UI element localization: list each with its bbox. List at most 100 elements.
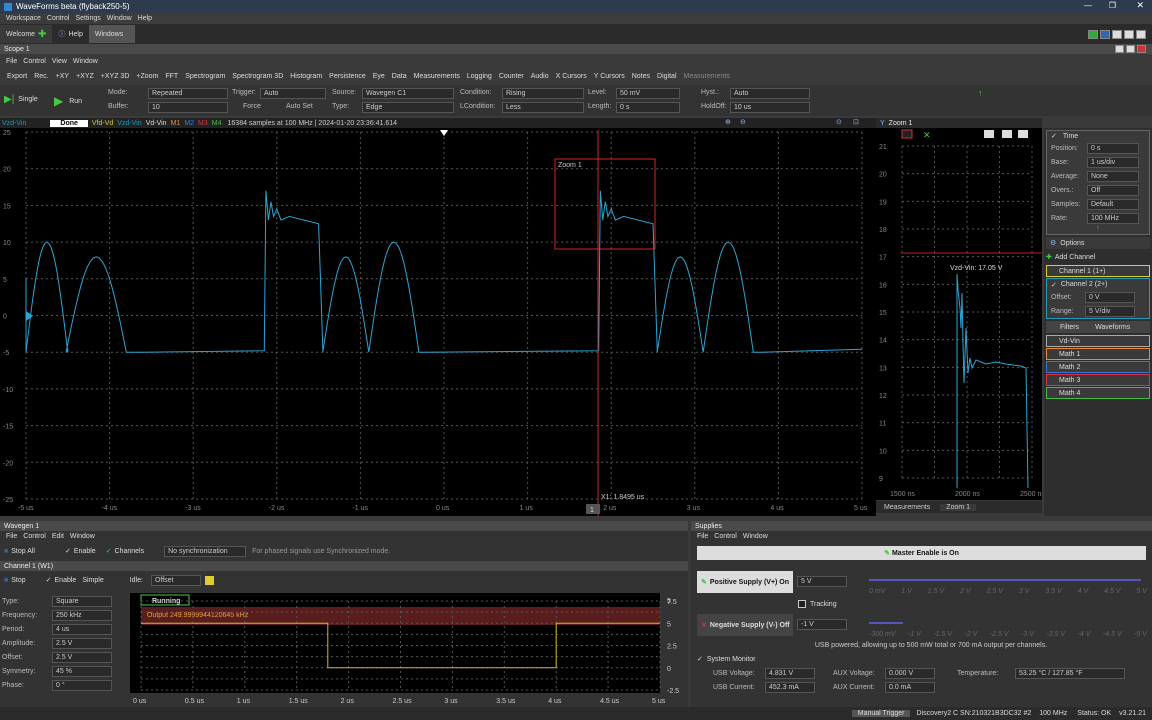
buffer-input[interactable]: 10 [148, 102, 228, 113]
source-select[interactable]: Wavegen C1 [362, 88, 454, 99]
zoom-in-icon[interactable]: ⊕ [725, 118, 731, 126]
condition-select[interactable]: Rising [502, 88, 584, 99]
scope-menu-view[interactable]: View [52, 58, 67, 65]
zoom-plot[interactable]: 21 20 19 18 17 16 15 14 13 12 11 10 9 1500 ns 2000 ns… [876, 128, 1042, 500]
mode-select[interactable]: Repeated [148, 88, 228, 99]
average-input[interactable]: None [1087, 170, 1139, 182]
supplies-menu-file[interactable]: File [697, 533, 708, 540]
close-icon[interactable] [1137, 45, 1146, 53]
tool-17[interactable]: X Cursors [556, 73, 587, 80]
cascade-icon[interactable] [1136, 30, 1146, 39]
type-select[interactable]: Edge [362, 102, 454, 113]
menu-window[interactable]: Window [107, 15, 132, 22]
tool-6[interactable]: FFT [165, 73, 178, 80]
add-channel-button[interactable]: ✚ Add Channel [1046, 251, 1150, 263]
tool-4[interactable]: +XYZ 3D [101, 73, 130, 80]
param-input[interactable]: Square [52, 595, 112, 607]
run-button[interactable]: ▶ Run [54, 94, 82, 108]
math2-item[interactable]: Math 2 [1046, 361, 1150, 373]
math1-item[interactable]: Math 1 [1046, 348, 1150, 360]
tool-0[interactable]: Export [7, 73, 27, 80]
positive-voltage-input[interactable]: 5 V [797, 576, 847, 587]
math4-item[interactable]: Math 4 [1046, 387, 1150, 399]
collapse-icon[interactable]: Y [880, 120, 885, 127]
minimize-icon[interactable]: — [1084, 1, 1092, 10]
channels-select[interactable]: Channels [115, 548, 145, 555]
stop-button[interactable]: Stop [11, 577, 25, 584]
tool-21[interactable]: Measurements [684, 73, 730, 80]
idle-select[interactable]: Offset [150, 574, 201, 586]
position-input[interactable]: 0 s [1087, 142, 1139, 154]
layout-icon[interactable] [1112, 30, 1122, 39]
overs-input[interactable]: Off [1087, 184, 1139, 196]
tool-15[interactable]: Counter [499, 73, 524, 80]
tool-11[interactable]: Eye [373, 73, 385, 80]
level-input[interactable]: 50 mV [616, 88, 680, 99]
color-swatch[interactable] [204, 575, 214, 585]
check-icon[interactable]: ✓ [46, 576, 52, 584]
restore-icon[interactable]: ❐ [1109, 1, 1116, 10]
tab-welcome[interactable]: Welcome ✚ [0, 25, 53, 43]
zoom-tool-icon[interactable] [901, 129, 913, 139]
param-input[interactable]: 0 ° [52, 679, 112, 691]
search-icon[interactable]: ⊙ [836, 118, 842, 126]
run-all-icon[interactable] [1088, 30, 1098, 39]
check-icon[interactable]: ✓ [65, 547, 71, 555]
hyst-input[interactable]: Auto [730, 88, 810, 99]
menu-control[interactable]: Control [47, 15, 70, 22]
menu-workspace[interactable]: Workspace [6, 15, 41, 22]
arrow-up-icon[interactable]: ↑ [978, 88, 983, 98]
master-enable-button[interactable]: ✎ Master Enable is On [697, 546, 1146, 560]
param-input[interactable]: 2.5 V [52, 637, 112, 649]
channel-m2[interactable]: M2 [184, 120, 194, 127]
math3-item[interactable]: Math 3 [1046, 374, 1150, 386]
tab-zoom1[interactable]: Zoom 1 [940, 503, 977, 511]
param-input[interactable]: 45 % [52, 665, 112, 677]
tool-5[interactable]: +Zoom [136, 73, 158, 80]
check-icon[interactable]: ✓ [1051, 132, 1057, 140]
close-icon[interactable]: ✕ [1136, 0, 1144, 11]
tool-20[interactable]: Digital [657, 73, 676, 80]
channel-vfd-vd[interactable]: Vfd-Vd [92, 120, 113, 127]
zoom-tool-icon[interactable] [1018, 130, 1028, 138]
samples-input[interactable]: Default [1087, 198, 1139, 210]
range-input[interactable]: 5 V/div [1085, 305, 1135, 317]
channel-m4[interactable]: M4 [212, 120, 222, 127]
holdoff-input[interactable]: 10 us [730, 102, 810, 113]
positive-supply-button[interactable]: ✎ Positive Supply (V+) On [697, 571, 793, 593]
channel-vzd-vin[interactable]: Vzd-Vin [117, 120, 141, 127]
zoom-out-icon[interactable]: ⊖ [740, 118, 746, 126]
channel-m1[interactable]: M1 [171, 120, 181, 127]
negative-supply-button[interactable]: ✕ Negative Supply (V-) Off [697, 614, 793, 636]
tab-filters[interactable]: Filters [1060, 324, 1079, 331]
wavegen-menu-control[interactable]: Control [23, 533, 46, 540]
scope-menu-control[interactable]: Control [23, 58, 46, 65]
wavegen-plot[interactable]: Running Output 249.9999944120645 kHz 7.5… [130, 593, 688, 707]
channel1-item[interactable]: Channel 1 (1+) [1046, 265, 1150, 277]
single-button[interactable]: ▶| Single [4, 94, 38, 105]
vd-vin-item[interactable]: Vd-Vin [1046, 335, 1150, 347]
channel-vd-vin[interactable]: Vd-Vin [146, 120, 167, 127]
stop-all-icon[interactable] [1100, 30, 1110, 39]
supplies-menu-control[interactable]: Control [714, 533, 737, 540]
lcondition-select[interactable]: Less [502, 102, 584, 113]
tool-18[interactable]: Y Cursors [594, 73, 625, 80]
wavegen-menu-file[interactable]: File [6, 533, 17, 540]
tab-help[interactable]: ⓘ Help [52, 25, 88, 43]
scope-menu-window[interactable]: Window [73, 58, 98, 65]
tool-13[interactable]: Measurements [414, 73, 460, 80]
tab-measurements[interactable]: Measurements [884, 504, 930, 511]
tool-10[interactable]: Persistence [329, 73, 366, 80]
tool-3[interactable]: +XYZ [76, 73, 94, 80]
simple-select[interactable]: Simple [82, 577, 103, 584]
tool-16[interactable]: Audio [531, 73, 549, 80]
undock-icon[interactable] [1115, 45, 1124, 53]
maximize-icon[interactable] [1126, 45, 1135, 53]
device-label[interactable]: Discovery2 C SN:210321B3DC32 #2 [916, 710, 1031, 717]
wavegen-menu-window[interactable]: Window [70, 533, 95, 540]
param-input[interactable]: 2.5 V [52, 651, 112, 663]
sync-select[interactable]: No synchronization [164, 545, 247, 557]
positive-slider[interactable] [869, 579, 1141, 581]
menu-settings[interactable]: Settings [75, 15, 100, 22]
offset-input[interactable]: 0 V [1085, 291, 1135, 303]
